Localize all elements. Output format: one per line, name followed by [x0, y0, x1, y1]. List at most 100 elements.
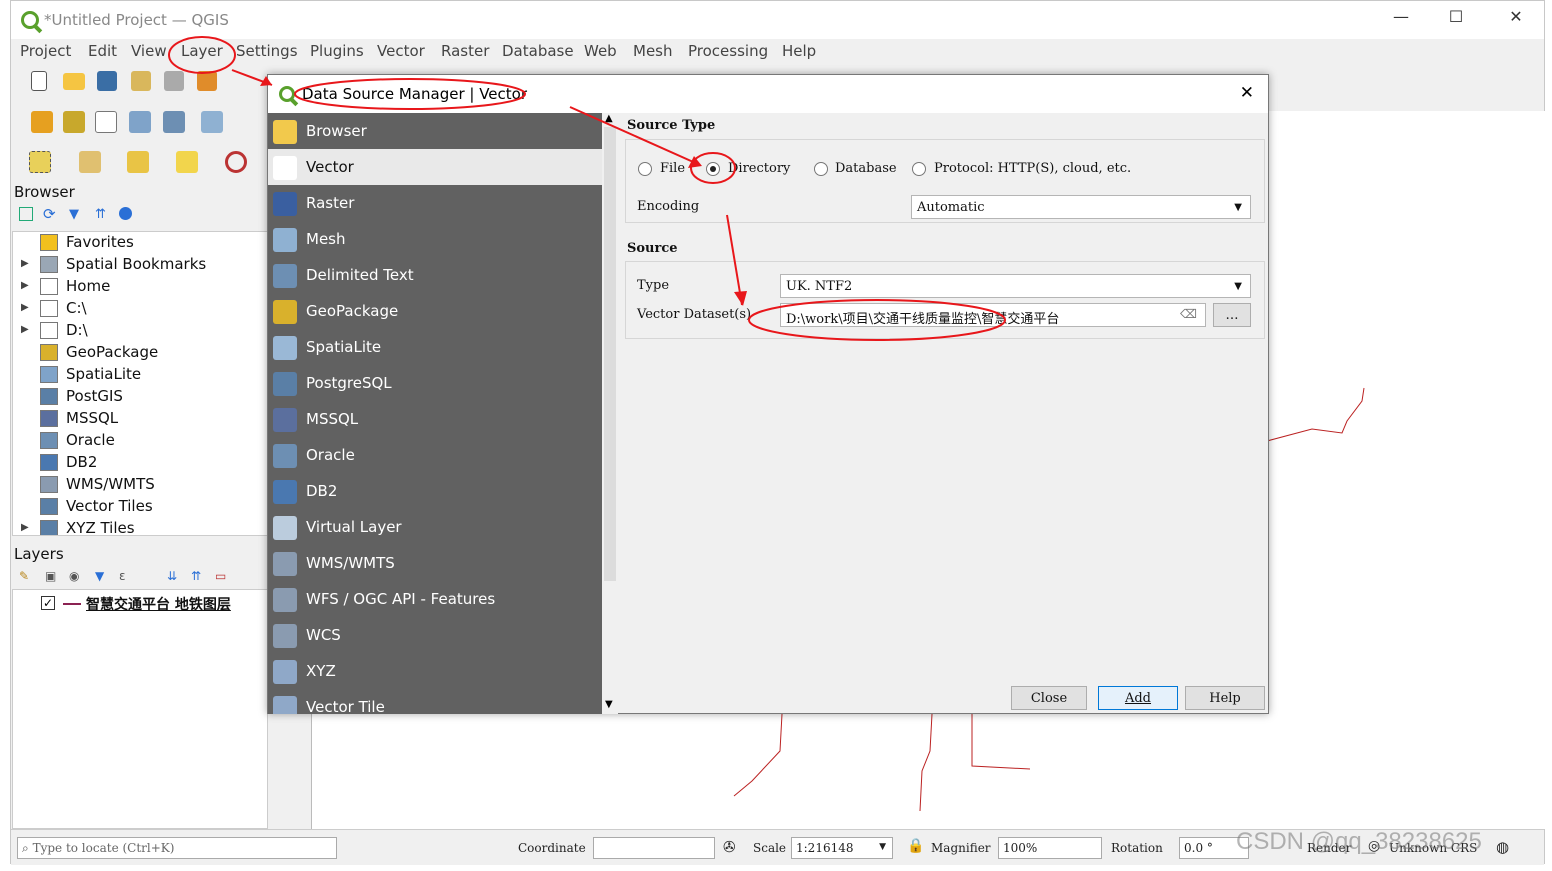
add-selected-layers-icon[interactable]	[19, 207, 33, 221]
magnifier-field[interactable]: 100%	[998, 837, 1102, 859]
radio-directory[interactable]	[706, 162, 720, 176]
browser-item[interactable]: ▶ XYZ Tiles	[13, 518, 267, 535]
save-project-icon[interactable]	[97, 71, 117, 91]
remove-layer-icon[interactable]: ▭	[215, 569, 226, 583]
locator-input[interactable]: ⌕ Type to locate (Ctrl+K)	[17, 837, 337, 859]
print-layout-icon[interactable]	[164, 71, 184, 91]
collapse-all-icon[interactable]: ⇈	[95, 207, 106, 222]
menu-plugins[interactable]: Plugins	[310, 42, 364, 60]
menu-edit[interactable]: Edit	[88, 42, 117, 60]
nav-item[interactable]: WFS / OGC API - Features	[268, 581, 602, 617]
radio-database-label[interactable]: Database	[835, 161, 897, 176]
deselect-icon[interactable]	[176, 151, 198, 173]
add-vector-icon[interactable]	[95, 111, 117, 133]
browser-item[interactable]: WMS/WMTS	[13, 474, 267, 496]
browser-item[interactable]: ▶ D:\	[13, 320, 267, 342]
add-geopackage-icon[interactable]	[63, 111, 85, 133]
menu-project[interactable]: Project	[20, 42, 71, 60]
expand-arrow-icon[interactable]: ▶	[21, 258, 29, 269]
browse-button[interactable]: …	[1213, 303, 1251, 327]
menu-layer[interactable]: Layer	[181, 42, 223, 60]
radio-protocol-label[interactable]: Protocol: HTTP(S), cloud, etc.	[934, 161, 1131, 176]
menu-mesh[interactable]: Mesh	[633, 42, 673, 60]
lock-icon[interactable]: 🔒	[907, 838, 924, 854]
open-project-icon[interactable]	[63, 73, 85, 90]
toggle-extents-icon[interactable]: ✇	[723, 838, 736, 856]
add-group-icon[interactable]: ▣	[45, 569, 56, 583]
add-button[interactable]: Add	[1098, 686, 1178, 710]
scroll-thumb[interactable]	[604, 127, 616, 581]
menu-processing[interactable]: Processing	[688, 42, 768, 60]
nav-item[interactable]: WMS/WMTS	[268, 545, 602, 581]
nav-item[interactable]: Vector Tile	[268, 689, 602, 714]
nav-item[interactable]: GeoPackage	[268, 293, 602, 329]
radio-directory-label[interactable]: Directory	[728, 161, 790, 176]
browser-item[interactable]: Oracle	[13, 430, 267, 452]
add-mssql-icon[interactable]	[163, 111, 185, 133]
browser-item[interactable]: SpatiaLite	[13, 364, 267, 386]
browser-item[interactable]: Favorites	[13, 232, 267, 254]
add-virtual-layer-icon[interactable]	[201, 111, 223, 133]
nav-item[interactable]: Delimited Text	[268, 257, 602, 293]
layer-checkbox[interactable]: ✓	[41, 596, 55, 610]
no-action-icon[interactable]	[225, 151, 247, 173]
style-icon[interactable]: ✎	[19, 569, 29, 583]
menu-database[interactable]: Database	[502, 42, 574, 60]
dialog-close-icon[interactable]: ✕	[1240, 83, 1254, 103]
layer-name[interactable]: 智慧交通平台 地铁图层	[86, 594, 231, 614]
browser-item[interactable]: Vector Tiles	[13, 496, 267, 518]
browser-item[interactable]: MSSQL	[13, 408, 267, 430]
radio-file-label[interactable]: File	[660, 161, 685, 176]
browser-item[interactable]: ▶ Home	[13, 276, 267, 298]
radio-file[interactable]	[638, 162, 652, 176]
menu-view[interactable]: View	[131, 42, 167, 60]
expand-arrow-icon[interactable]: ▶	[21, 302, 29, 313]
filter-icon[interactable]: ▼	[69, 207, 79, 222]
menu-vector[interactable]: Vector	[377, 42, 425, 60]
browser-item[interactable]: ▶ Spatial Bookmarks	[13, 254, 267, 276]
nav-item[interactable]: Virtual Layer	[268, 509, 602, 545]
expand-arrow-icon[interactable]: ▶	[21, 324, 29, 335]
scale-combo[interactable]: 1:216148 ▼	[791, 837, 893, 859]
nav-item[interactable]: Raster	[268, 185, 602, 221]
expand-arrow-icon[interactable]: ▶	[21, 280, 29, 291]
browser-item[interactable]: ▶ C:\	[13, 298, 267, 320]
scroll-up-icon[interactable]: ▲	[605, 113, 613, 124]
messages-icon[interactable]: ◍	[1496, 838, 1509, 856]
expand-arrow-icon[interactable]: ▶	[21, 522, 29, 533]
filter-legend-icon[interactable]: ▼	[95, 569, 104, 583]
minimize-button[interactable]: —	[1386, 7, 1416, 26]
nav-item[interactable]: XYZ	[268, 653, 602, 689]
browser-item[interactable]: PostGIS	[13, 386, 267, 408]
menu-settings[interactable]: Settings	[236, 42, 298, 60]
close-window-button[interactable]: ✕	[1501, 7, 1531, 26]
nav-item[interactable]: Vector	[268, 149, 602, 185]
select-features-icon[interactable]	[29, 151, 51, 173]
nav-item[interactable]: MSSQL	[268, 401, 602, 437]
add-spatialite-icon[interactable]	[129, 111, 151, 133]
menu-web[interactable]: Web	[584, 42, 617, 60]
select-by-value-icon[interactable]	[127, 151, 149, 173]
scroll-down-icon[interactable]: ▼	[605, 699, 613, 710]
new-project-icon[interactable]	[31, 71, 47, 91]
nav-item[interactable]: DB2	[268, 473, 602, 509]
nav-item[interactable]: WCS	[268, 617, 602, 653]
collapse-all-layers-icon[interactable]: ⇈	[191, 569, 201, 583]
expand-all-icon[interactable]: ⇊	[167, 569, 177, 583]
nav-item[interactable]: Browser	[268, 113, 602, 149]
vector-dataset-input[interactable]: D:\work\项目\交通干线质量监控\智慧交通平台 ⌫	[780, 303, 1206, 327]
close-button[interactable]: Close	[1011, 686, 1087, 710]
nav-item[interactable]: PostgreSQL	[268, 365, 602, 401]
nav-item[interactable]: Mesh	[268, 221, 602, 257]
browser-item[interactable]: DB2	[13, 452, 267, 474]
help-button[interactable]: Help	[1185, 686, 1265, 710]
maximize-button[interactable]: ☐	[1441, 7, 1471, 26]
info-icon[interactable]	[119, 207, 132, 220]
save-as-icon[interactable]	[131, 71, 151, 91]
coordinate-field[interactable]	[593, 837, 715, 859]
refresh-icon[interactable]: ⟳	[43, 205, 56, 223]
visibility-icon[interactable]: ◉	[69, 569, 79, 583]
nav-item[interactable]: SpatiaLite	[268, 329, 602, 365]
nav-item[interactable]: Oracle	[268, 437, 602, 473]
clear-icon[interactable]: ⌫	[1180, 307, 1197, 321]
